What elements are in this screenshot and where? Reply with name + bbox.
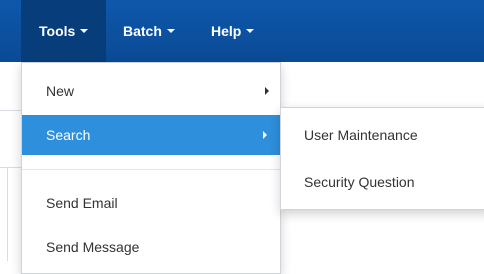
menu-item-send-email-label: Send Email <box>46 195 118 211</box>
chevron-right-icon <box>263 131 267 139</box>
nav-batch-label: Batch <box>123 23 162 39</box>
chevron-right-icon <box>265 87 269 95</box>
page-vertical-line <box>7 167 8 261</box>
caret-down-icon <box>166 29 175 33</box>
page-divider-line <box>0 110 21 111</box>
menu-item-search[interactable]: Search <box>22 115 280 155</box>
menu-item-search-label: Search <box>46 127 91 143</box>
caret-down-icon <box>246 29 255 33</box>
page-divider-line <box>0 167 21 168</box>
nav-batch-menu[interactable]: Batch <box>123 0 175 62</box>
menu-item-send-message[interactable]: Send Message <box>22 229 280 265</box>
tools-dropdown-menu: New Search Send Email Send Message <box>21 62 281 274</box>
menu-item-send-message-label: Send Message <box>46 239 140 255</box>
nav-tools-label: Tools <box>39 23 76 39</box>
nav-tools-menu[interactable]: Tools <box>21 0 106 62</box>
top-navbar: Tools Batch Help <box>0 0 484 62</box>
nav-help-label: Help <box>211 23 242 39</box>
menu-item-new-label: New <box>46 83 75 99</box>
menu-item-send-email[interactable]: Send Email <box>22 185 280 221</box>
submenu-item-security-question[interactable]: Security Question <box>281 163 484 201</box>
search-submenu: User Maintenance Security Question <box>280 107 484 210</box>
menu-item-new[interactable]: New <box>22 73 280 109</box>
caret-down-icon <box>80 29 89 33</box>
nav-help-menu[interactable]: Help <box>211 0 255 62</box>
submenu-item-user-maintenance-label: User Maintenance <box>304 127 418 143</box>
menu-divider <box>22 169 280 170</box>
submenu-item-security-question-label: Security Question <box>304 174 415 190</box>
submenu-item-user-maintenance[interactable]: User Maintenance <box>281 116 484 154</box>
